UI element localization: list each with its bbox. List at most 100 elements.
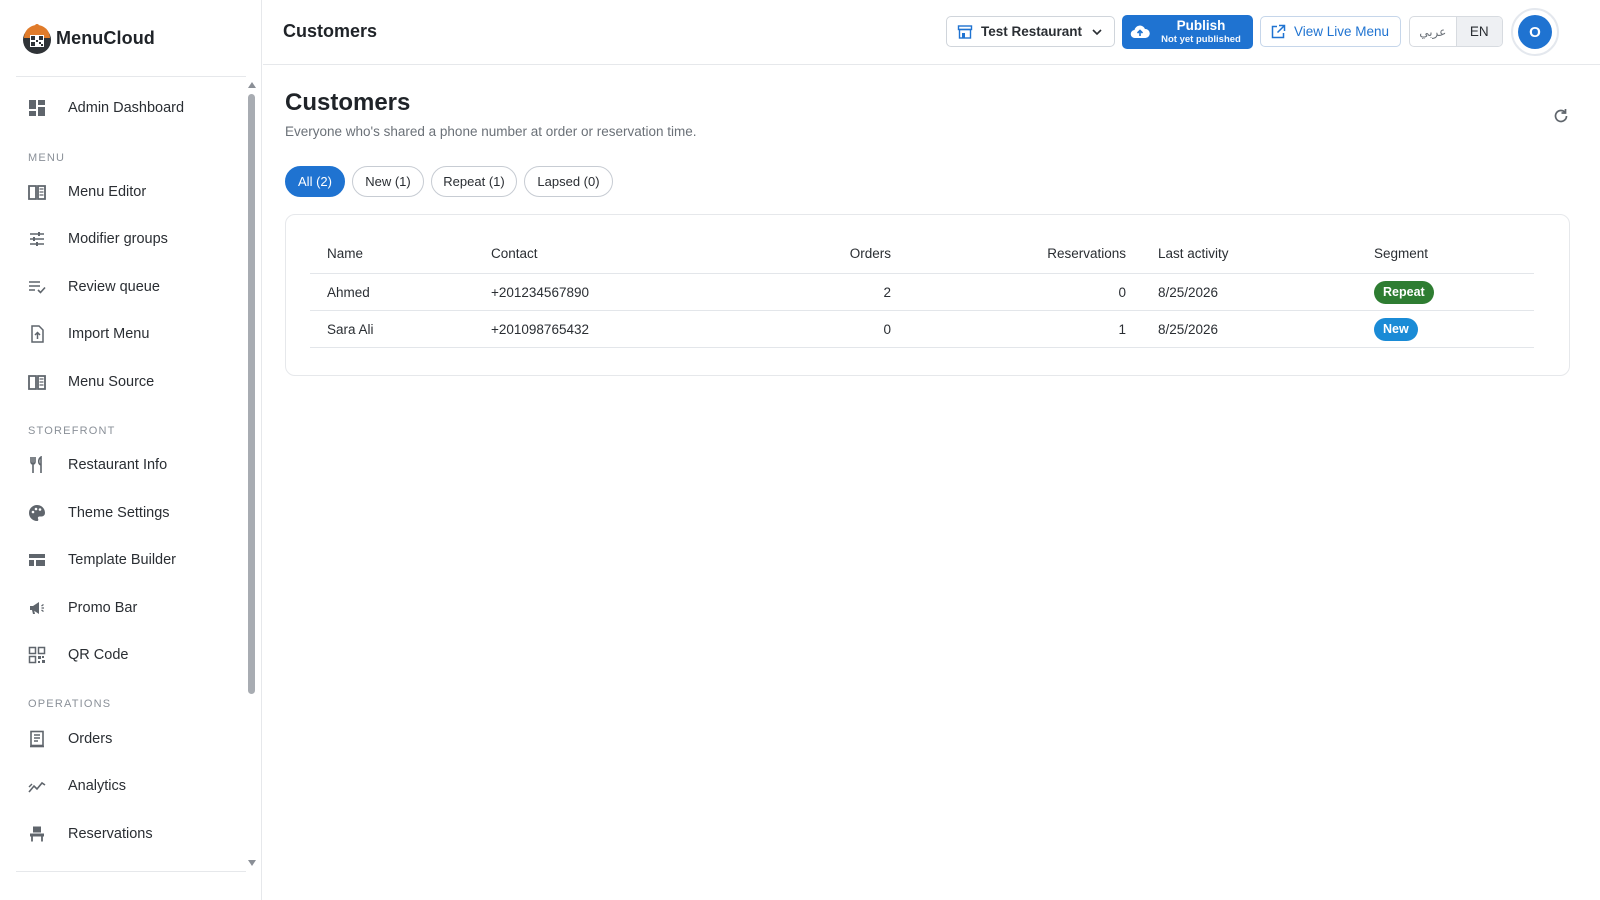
sidebar-item-template-builder[interactable]: Template Builder (16, 538, 240, 582)
customers-table: Name Contact Orders Reservations Last ac… (310, 233, 1534, 348)
sidebar-item-label: Orders (68, 731, 113, 747)
user-menu[interactable]: O (1511, 8, 1559, 56)
sidebar-item-reservations[interactable]: Reservations (16, 812, 240, 856)
megaphone-icon (30, 602, 44, 614)
sidebar-item-label: Promo Bar (68, 600, 138, 616)
customer-contact: +201234567890 (491, 284, 589, 300)
customer-last-activity: 8/25/2026 (1158, 284, 1219, 300)
scroll-down-arrow-icon[interactable] (248, 860, 256, 866)
brand[interactable]: MenuCloud (20, 18, 155, 58)
sidebar-item-label: Import Menu (68, 326, 150, 342)
sliders-icon (30, 232, 44, 246)
book-icon (28, 375, 46, 390)
sidebar-item-label: Restaurant Info (68, 457, 168, 473)
sidebar-item-restaurant-info[interactable]: Restaurant Info (16, 443, 240, 487)
sidebar-item-review-queue[interactable]: Review queue (16, 265, 240, 309)
book-icon (28, 185, 46, 200)
publish-button[interactable]: Publish Not yet published (1122, 15, 1253, 49)
filter-chip-all[interactable]: All (2) (285, 166, 345, 197)
column-header-name[interactable]: Name (327, 233, 477, 273)
sidebar-item-menu-editor[interactable]: Menu Editor (16, 170, 240, 214)
sidebar-item-analytics[interactable]: Analytics (16, 764, 240, 808)
checklist-icon (29, 281, 46, 294)
segment-cell: New (1374, 311, 1524, 347)
trend-icon (28, 781, 46, 793)
palette-icon (29, 505, 45, 521)
column-header-reservations[interactable]: Reservations (1001, 233, 1126, 273)
sidebar-item-label: Review queue (68, 279, 160, 295)
divider (16, 76, 246, 77)
page-title: Customers (285, 89, 411, 116)
segment-badge: New (1374, 317, 1418, 341)
cloud-upload-icon (1130, 25, 1150, 39)
column-header-segment[interactable]: Segment (1374, 233, 1524, 273)
brand-name: MenuCloud (56, 27, 155, 48)
dashboard-icon (29, 100, 45, 116)
sidebar-item-orders[interactable]: Orders (16, 717, 240, 761)
sidebar-item-label: Admin Dashboard (68, 100, 185, 116)
page-subtitle: Everyone who's shared a phone number at … (285, 124, 697, 139)
sidebar-item-label: QR Code (68, 647, 129, 663)
sidebar-item-qr-code[interactable]: QR Code (16, 633, 240, 677)
customer-name: Sara Ali (327, 321, 374, 337)
sidebar-item-import-menu[interactable]: Import Menu (16, 312, 240, 356)
lang-english-button[interactable]: EN (1456, 17, 1502, 46)
customer-reservations: 1 (1118, 321, 1126, 337)
sidebar-nav: Admin Dashboard MENU Menu Editor Modifie… (0, 78, 246, 870)
view-live-menu-button[interactable]: View Live Menu (1260, 16, 1401, 47)
avatar: O (1518, 15, 1552, 49)
sidebar-item-label: Reservations (68, 826, 153, 842)
utensils-icon (30, 456, 42, 473)
sidebar-scrollbar[interactable] (246, 78, 258, 870)
customer-reservations: 0 (1118, 284, 1126, 300)
publish-label: Publish (1176, 18, 1226, 33)
filter-chip-new[interactable]: New (1) (352, 166, 424, 197)
restaurant-select[interactable]: Test Restaurant (946, 16, 1115, 47)
sidebar-item-label: Analytics (68, 778, 127, 794)
customer-orders: 0 (883, 321, 891, 337)
logo-icon (23, 24, 51, 54)
filter-chip-repeat[interactable]: Repeat (1) (431, 166, 517, 197)
section-label-operations: OPERATIONS (28, 698, 112, 710)
column-header-contact[interactable]: Contact (491, 233, 691, 273)
refresh-icon[interactable] (1552, 107, 1570, 125)
filter-chip-lapsed[interactable]: Lapsed (0) (524, 166, 613, 197)
column-header-last-activity[interactable]: Last activity (1158, 233, 1308, 273)
sidebar-item-admin-dashboard[interactable]: Admin Dashboard (16, 86, 240, 130)
sidebar-item-theme-settings[interactable]: Theme Settings (16, 491, 240, 535)
file-upload-icon (31, 325, 44, 343)
chevron-down-icon (1092, 29, 1102, 36)
sidebar-item-label: Menu Source (68, 374, 155, 390)
divider (16, 871, 246, 872)
sidebar-item-label: Modifier groups (68, 231, 168, 247)
sidebar-item-menu-source[interactable]: Menu Source (16, 360, 240, 404)
sidebar: MenuCloud Admin Dashboard MENU Menu Edit… (0, 0, 262, 900)
section-label-menu: MENU (28, 152, 66, 164)
scroll-thumb[interactable] (248, 94, 255, 694)
customers-card: Name Contact Orders Reservations Last ac… (285, 214, 1570, 376)
header-title: Customers (283, 21, 378, 41)
customer-name: Ahmed (327, 284, 370, 300)
sidebar-item-label: Template Builder (68, 552, 176, 568)
language-toggle: عربي EN (1409, 16, 1503, 47)
store-icon (957, 25, 973, 39)
column-header-orders[interactable]: Orders (771, 233, 891, 273)
sidebar-item-promo-bar[interactable]: Promo Bar (16, 586, 240, 630)
sidebar-item-label: Menu Editor (68, 184, 147, 200)
segment-cell: Repeat (1374, 274, 1524, 310)
restaurant-select-value: Test Restaurant (981, 24, 1083, 39)
section-label-storefront: STOREFRONT (28, 425, 116, 437)
table-header: Name Contact Orders Reservations Last ac… (310, 233, 1534, 274)
view-live-menu-label: View Live Menu (1294, 24, 1390, 39)
table-row[interactable]: Ahmed +201234567890 2 0 8/25/2026 Repeat (310, 274, 1534, 311)
sidebar-item-label: Theme Settings (68, 505, 170, 521)
qr-code-icon (28, 646, 46, 664)
top-bar: Customers Test Restaurant Publish Not ye… (263, 0, 1600, 65)
scroll-up-arrow-icon[interactable] (248, 82, 256, 88)
segment-badge: Repeat (1374, 280, 1434, 304)
external-link-icon (1271, 24, 1286, 39)
lang-arabic-button[interactable]: عربي (1410, 17, 1457, 46)
sidebar-item-modifier-groups[interactable]: Modifier groups (16, 217, 240, 261)
table-row[interactable]: Sara Ali +201098765432 0 1 8/25/2026 New (310, 311, 1534, 348)
customer-contact: +201098765432 (491, 321, 589, 337)
